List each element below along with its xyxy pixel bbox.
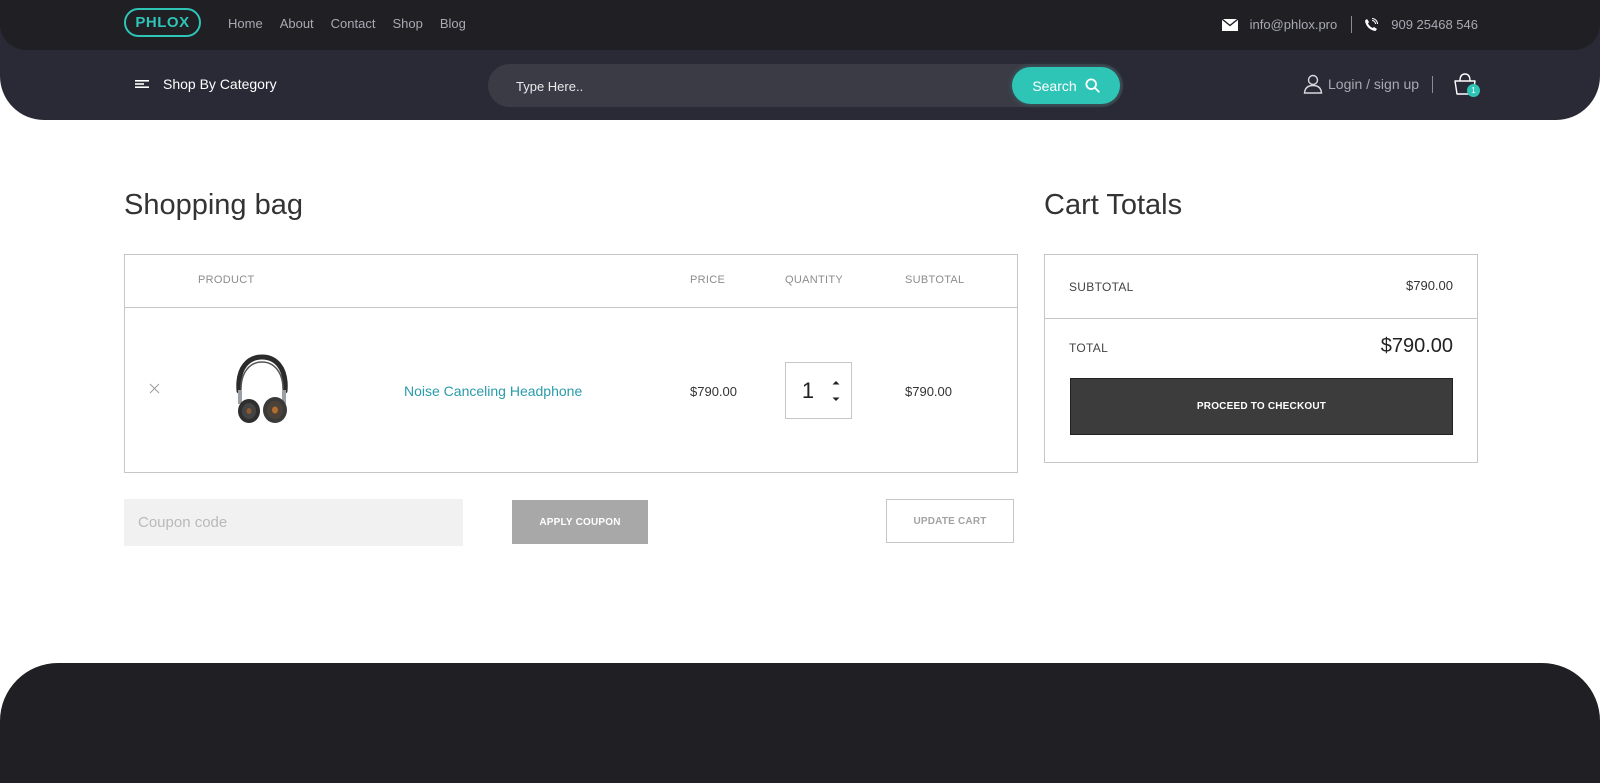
cart-table: PRODUCT PRICE QUANTITY SUBTOTAL Noise Ca… <box>124 254 1018 473</box>
contact-info: info@phlox.pro 909 25468 546 <box>1221 16 1478 33</box>
apply-coupon-button[interactable]: APPLY COUPON <box>512 500 648 544</box>
coupon-code-input[interactable] <box>124 499 463 546</box>
contact-divider <box>1351 16 1353 33</box>
email-link[interactable]: info@phlox.pro <box>1250 17 1338 32</box>
phone-number[interactable]: 909 25468 546 <box>1391 17 1478 32</box>
quantity-stepper <box>785 362 852 419</box>
login-label: Login / sign up <box>1328 76 1420 92</box>
search-icon <box>1085 78 1100 93</box>
column-header-product: PRODUCT <box>198 274 255 286</box>
cart-totals-title: Cart Totals <box>1044 189 1183 221</box>
headphone-image[interactable] <box>229 353 295 425</box>
search-input[interactable] <box>516 76 956 96</box>
search-button[interactable]: Search <box>1012 67 1120 104</box>
site-header: PHLOX Home About Contact Shop Blog info@… <box>0 0 1600 120</box>
product-subtotal: $790.00 <box>905 384 952 399</box>
nav-home[interactable]: Home <box>228 16 263 31</box>
close-icon[interactable] <box>149 383 160 394</box>
nav-shop[interactable]: Shop <box>392 16 422 31</box>
category-label: Shop By Category <box>163 76 277 92</box>
cart-totals-panel: SUBTOTAL $790.00 TOTAL $790.00 PROCEED T… <box>1044 254 1478 463</box>
shop-by-category-button[interactable]: Shop By Category <box>135 76 277 92</box>
chevron-up-icon[interactable] <box>831 379 841 386</box>
proceed-to-checkout-button[interactable]: PROCEED TO CHECKOUT <box>1070 378 1453 435</box>
logo[interactable]: PHLOX <box>124 8 201 37</box>
menu-icon <box>135 80 149 88</box>
nav-contact[interactable]: Contact <box>331 16 376 31</box>
nav-blog[interactable]: Blog <box>440 16 466 31</box>
totals-divider <box>1045 318 1477 319</box>
nav-about[interactable]: About <box>280 16 314 31</box>
mail-icon <box>1221 18 1238 31</box>
search-button-label: Search <box>1032 77 1077 94</box>
product-name-link[interactable]: Noise Canceling Headphone <box>404 383 582 399</box>
column-header-price: PRICE <box>690 274 726 286</box>
user-icon <box>1303 74 1323 94</box>
header-divider <box>1432 76 1433 93</box>
total-value: $790.00 <box>1380 335 1453 357</box>
total-label: TOTAL <box>1069 341 1109 355</box>
product-price: $790.00 <box>690 384 737 399</box>
cart-button[interactable]: 1 <box>1453 72 1481 98</box>
column-header-quantity: QUANTITY <box>785 274 844 286</box>
quantity-input[interactable] <box>794 377 822 405</box>
top-navigation: Home About Contact Shop Blog <box>228 16 466 31</box>
update-cart-button[interactable]: UPDATE CART <box>886 499 1014 543</box>
top-bar: PHLOX Home About Contact Shop Blog info@… <box>0 0 1600 50</box>
subtotal-value: $790.00 <box>1406 278 1453 293</box>
cart-count-badge: 1 <box>1467 84 1480 97</box>
site-footer <box>0 663 1600 783</box>
chevron-down-icon[interactable] <box>831 396 841 403</box>
phone-icon <box>1365 17 1379 31</box>
column-header-subtotal: SUBTOTAL <box>905 274 965 286</box>
table-header-divider <box>125 307 1017 308</box>
shopping-bag-title: Shopping bag <box>124 189 303 221</box>
login-signup-link[interactable]: Login / sign up <box>1303 74 1419 94</box>
subtotal-label: SUBTOTAL <box>1069 280 1134 294</box>
search-bar: Search <box>488 64 1123 107</box>
